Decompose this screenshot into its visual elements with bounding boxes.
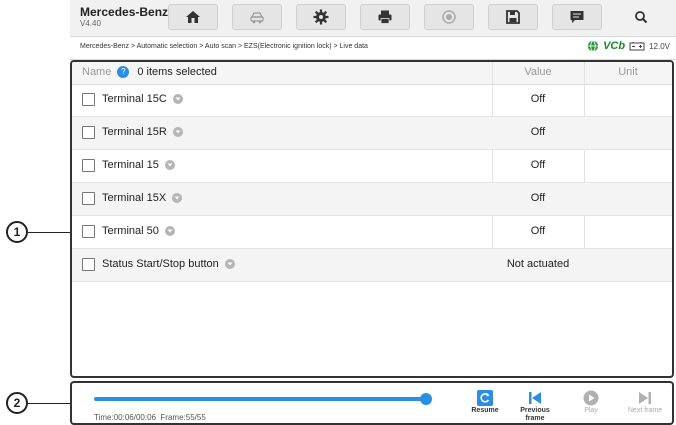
vehicle-swap-button[interactable] — [232, 4, 282, 30]
next-frame-button[interactable]: Next frame — [620, 389, 670, 414]
status-area: VCb 12.0V — [587, 40, 670, 52]
top-toolbar: Mercedes-Benz V4.40 — [70, 0, 676, 37]
header-unit: Unit — [618, 66, 638, 78]
playback-slider-track[interactable] — [94, 397, 426, 401]
save-button[interactable] — [488, 4, 538, 30]
play-icon — [583, 390, 599, 406]
table-row[interactable]: Terminal 15X Off — [72, 183, 672, 216]
info-icon[interactable]: ? — [117, 66, 130, 78]
row-name: Terminal 15 — [102, 159, 159, 171]
row-name: Terminal 15C — [102, 93, 167, 105]
frame-readout: Frame:55/55 — [160, 413, 206, 422]
row-name-cell: Terminal 50 — [102, 225, 175, 237]
help-button[interactable] — [424, 4, 474, 30]
row-checkbox[interactable] — [82, 258, 95, 271]
row-checkbox[interactable] — [82, 192, 95, 205]
save-icon — [506, 10, 520, 24]
table-row[interactable]: Terminal 15C Off — [72, 84, 672, 117]
skip-back-icon — [529, 392, 541, 404]
row-name-cell: Terminal 15C — [102, 93, 183, 105]
search-button[interactable] — [616, 4, 666, 30]
previous-frame-label: Previous frame — [520, 407, 550, 422]
next-frame-label: Next frame — [627, 407, 663, 414]
row-value: Off — [530, 159, 546, 171]
resume-label: Resume — [471, 407, 499, 414]
brand-block: Mercedes-Benz V4.40 — [80, 6, 168, 29]
battery-voltage: 12.0V — [649, 41, 670, 51]
time-info: Time:00:06/00:06 Frame:55/55 — [94, 413, 206, 422]
gear-icon — [313, 9, 329, 25]
row-name: Terminal 50 — [102, 225, 159, 237]
print-button[interactable] — [360, 4, 410, 30]
row-value: Off — [530, 93, 546, 105]
row-name-cell: Terminal 15R — [102, 126, 183, 138]
previous-frame-button[interactable]: Previous frame — [510, 389, 560, 423]
vci-status: VCb — [603, 40, 626, 52]
row-checkbox[interactable] — [82, 159, 95, 172]
selected-count: 0 items selected — [137, 66, 217, 78]
row-value: Off — [530, 192, 546, 204]
row-name: Status Start/Stop button — [102, 258, 219, 270]
table-header: Name ? 0 items selected Value Unit — [72, 62, 672, 85]
callout-2: 2 — [6, 392, 28, 414]
skip-forward-icon — [639, 392, 651, 404]
play-button[interactable]: Play — [566, 389, 616, 414]
play-label: Play — [584, 407, 598, 414]
row-value: Off — [530, 225, 546, 237]
callout-2-line — [28, 403, 72, 404]
brand-name: Mercedes-Benz — [80, 5, 169, 19]
table-row[interactable]: Terminal 15R Off — [72, 117, 672, 150]
callout-1-line — [28, 232, 72, 233]
header-name: Name — [82, 66, 112, 78]
battery-icon — [629, 42, 645, 51]
printer-icon — [378, 10, 392, 24]
table-row[interactable]: Terminal 15 Off — [72, 150, 672, 183]
callout-1: 1 — [6, 221, 28, 243]
playback-panel: Time:00:06/00:06 Frame:55/55 Resume Prev… — [70, 381, 674, 425]
chevron-down-icon[interactable] — [172, 193, 183, 203]
chevron-down-icon[interactable] — [164, 226, 175, 236]
breadcrumb-bar: Mercedes-Benz > Automatic selection > Au… — [70, 37, 676, 60]
message-icon — [570, 11, 584, 23]
home-icon — [186, 11, 200, 23]
time-readout: Time:00:06/00:06 — [94, 413, 156, 422]
home-button[interactable] — [168, 4, 218, 30]
playback-slider-thumb[interactable] — [420, 393, 432, 405]
live-data-panel: Name ? 0 items selected Value Unit Termi… — [70, 60, 674, 378]
row-checkbox[interactable] — [82, 126, 95, 139]
row-value: Not actuated — [506, 258, 570, 270]
row-checkbox[interactable] — [82, 225, 95, 238]
row-name-cell: Terminal 15 — [102, 159, 175, 171]
row-name-cell: Status Start/Stop button — [102, 258, 235, 270]
table-row[interactable]: Status Start/Stop button Not actuated — [72, 249, 672, 282]
car-swap-icon — [250, 12, 264, 24]
chevron-down-icon[interactable] — [164, 160, 175, 170]
globe-icon — [587, 40, 599, 52]
chevron-down-icon[interactable] — [172, 127, 183, 137]
row-value: Off — [530, 126, 546, 138]
row-name: Terminal 15X — [102, 192, 167, 204]
chevron-down-icon[interactable] — [224, 259, 235, 269]
chevron-down-icon[interactable] — [172, 94, 183, 104]
resume-icon — [477, 390, 493, 406]
breadcrumb: Mercedes-Benz > Automatic selection > Au… — [80, 43, 368, 50]
message-button[interactable] — [552, 4, 602, 30]
row-name: Terminal 15R — [102, 126, 167, 138]
search-icon — [635, 11, 648, 24]
app-version: V4.40 — [80, 19, 101, 28]
table-row[interactable]: Terminal 50 Off — [72, 216, 672, 249]
header-value: Value — [524, 66, 552, 78]
row-name-cell: Terminal 15X — [102, 192, 183, 204]
device-screen: Mercedes-Benz V4.40 Mercedes-Benz > Auto… — [70, 0, 676, 425]
row-checkbox[interactable] — [82, 93, 95, 106]
resume-button[interactable]: Resume — [460, 389, 510, 414]
settings-button[interactable] — [296, 4, 346, 30]
header-name-cell: Name ? 0 items selected — [82, 66, 217, 78]
record-icon — [442, 10, 456, 24]
